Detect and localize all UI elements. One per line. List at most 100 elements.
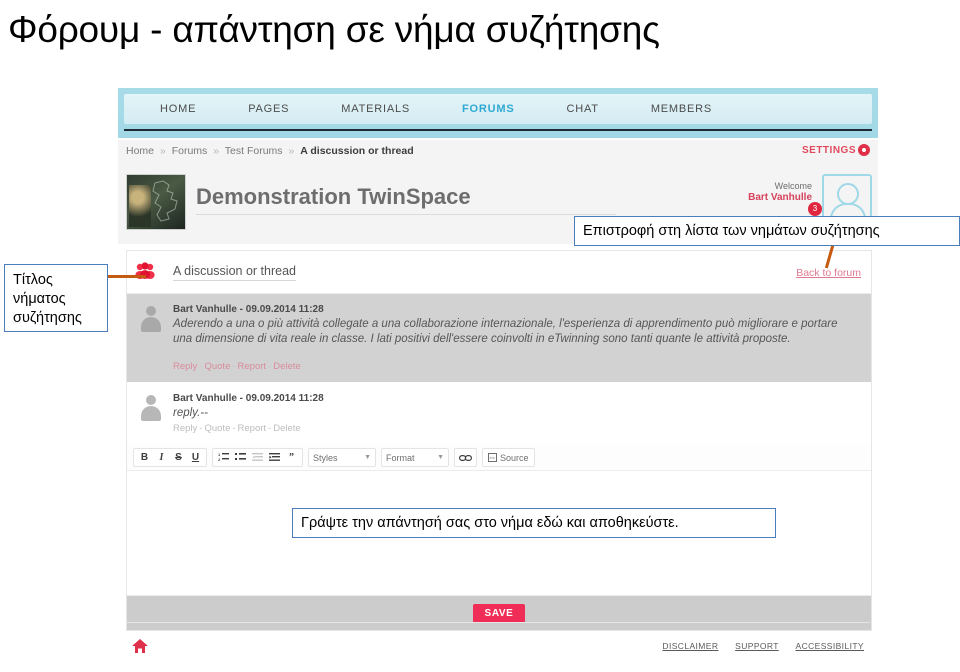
nav-item-chat[interactable]: CHAT	[567, 103, 599, 115]
nav-item-pages[interactable]: PAGES	[248, 103, 289, 115]
nav-item-materials[interactable]: MATERIALS	[341, 103, 410, 115]
action-divider: -	[199, 423, 203, 434]
breadcrumb-separator: »	[288, 145, 295, 157]
avatar-head-shape	[146, 306, 156, 316]
space-title: Demonstration TwinSpace	[196, 184, 471, 209]
gear-icon	[858, 144, 870, 156]
ordered-list-icon[interactable]: 12	[216, 450, 231, 465]
settings-button[interactable]: SETTINGS	[802, 144, 870, 156]
svg-text:<>: <>	[489, 455, 495, 460]
action-divider: -	[232, 361, 236, 372]
breadcrumb-item-forums[interactable]: Forums	[172, 145, 208, 157]
settings-label: SETTINGS	[801, 144, 856, 156]
thread-title: A discussion or thread	[173, 264, 296, 281]
chevron-down-icon: ▼	[364, 454, 371, 461]
post-action-delete[interactable]: Delete	[273, 361, 300, 372]
indent-icon[interactable]	[267, 450, 282, 465]
breadcrumb-item-current: A discussion or thread	[300, 145, 414, 157]
outdent-icon[interactable]	[250, 450, 265, 465]
strikethrough-button[interactable]: S	[171, 450, 186, 465]
page-title: Φόρουμ - απάντηση σε νήμα συζήτησης	[8, 9, 660, 50]
annotation-thread-title: Τίτλος νήματος συζήτησης	[4, 264, 108, 332]
post-meta: Bart Vanhulle - 09.09.2014 11:28	[173, 304, 324, 315]
action-divider: -	[232, 423, 236, 434]
annotation-write-reply: Γράψτε την απάντησή σας στο νήμα εδώ και…	[292, 508, 776, 538]
thread-panel: A discussion or thread Back to forum Bar…	[126, 250, 872, 631]
source-label: Source	[500, 452, 529, 463]
save-button[interactable]: SAVE	[472, 603, 526, 623]
footer-links: DISCLAIMER SUPPORT ACCESSIBILITY	[648, 641, 864, 651]
action-divider: -	[268, 423, 272, 434]
format-label: Format	[386, 452, 415, 463]
avatar[interactable]	[822, 174, 872, 222]
user-name[interactable]: Bart Vanhulle	[748, 192, 812, 204]
project-thumbnail	[126, 174, 186, 230]
europe-map-graphic	[152, 180, 178, 222]
post-action-quote[interactable]: Quote	[204, 423, 230, 434]
avatar-head-shape	[146, 395, 156, 405]
nav-item-forums[interactable]: FORUMS	[462, 103, 514, 115]
post-action-reply[interactable]: Reply	[173, 423, 197, 434]
avatar-body-shape	[141, 406, 161, 421]
thumbnail-person	[129, 185, 151, 227]
top-nav: HOME PAGES MATERIALS FORUMS CHAT MEMBERS	[124, 94, 872, 124]
post-action-delete[interactable]: Delete	[273, 423, 300, 434]
post-body: Aderendo a una o più attività collegate …	[173, 318, 838, 345]
home-icon[interactable]	[132, 639, 148, 653]
footer: DISCLAIMER SUPPORT ACCESSIBILITY	[126, 622, 870, 667]
svg-text:2: 2	[218, 457, 221, 462]
nav-underline	[124, 129, 872, 131]
link-icon[interactable]	[458, 450, 473, 465]
footer-link-disclaimer[interactable]: DISCLAIMER	[662, 641, 718, 651]
user-avatar-icon	[141, 306, 161, 332]
footer-link-support[interactable]: SUPPORT	[735, 641, 779, 651]
unordered-list-icon[interactable]	[233, 450, 248, 465]
post-action-report[interactable]: Report	[238, 361, 267, 372]
footer-link-accessibility[interactable]: ACCESSIBILITY	[796, 641, 865, 651]
screenshot-frame: HOME PAGES MATERIALS FORUMS CHAT MEMBERS…	[118, 78, 878, 672]
breadcrumb-separator: »	[213, 145, 220, 157]
post-action-reply[interactable]: Reply	[173, 361, 197, 372]
post-item: Bart Vanhulle - 09.09.2014 11:28 reply.-…	[127, 383, 871, 445]
post-action-report[interactable]: Report	[238, 423, 267, 434]
toolbar-group-list: 12 ”	[212, 448, 303, 467]
chevron-down-icon: ▼	[437, 454, 444, 461]
post-item: Bart Vanhulle - 09.09.2014 11:28 Aderend…	[127, 294, 871, 383]
post-meta: Bart Vanhulle - 09.09.2014 11:28	[173, 393, 324, 404]
back-to-forum-link[interactable]: Back to forum	[796, 267, 861, 279]
annotation-back-to-list: Επιστροφή στη λίστα των νημάτων συζήτηση…	[574, 216, 960, 246]
breadcrumb-item-home[interactable]: Home	[126, 145, 154, 157]
underline-button[interactable]: U	[188, 450, 203, 465]
avatar-head-icon	[837, 183, 859, 205]
bold-button[interactable]: B	[137, 450, 152, 465]
welcome-block: Welcome Bart Vanhulle	[748, 180, 812, 204]
welcome-label: Welcome	[774, 181, 812, 191]
styles-dropdown[interactable]: Styles ▼	[308, 448, 376, 467]
editor-toolbar: B I S U 12 ” Styles ▼ Format ▼ <> Source	[127, 445, 871, 471]
annotation-leader-line	[106, 275, 146, 278]
source-icon: <>	[488, 453, 497, 462]
breadcrumb: Home » Forums » Test Forums » A discussi…	[126, 145, 414, 157]
styles-label: Styles	[313, 452, 338, 463]
avatar-body-shape	[141, 317, 161, 332]
nav-item-home[interactable]: HOME	[160, 103, 196, 115]
post-actions: Reply - Quote - Report - Delete	[173, 361, 859, 372]
post-body: reply.--	[173, 407, 208, 419]
source-button[interactable]: <> Source	[482, 448, 535, 467]
format-dropdown[interactable]: Format ▼	[381, 448, 449, 467]
title-divider	[196, 214, 616, 215]
notification-badge[interactable]: 3	[808, 202, 822, 216]
thread-header: A discussion or thread Back to forum	[127, 251, 871, 294]
nav-item-members[interactable]: MEMBERS	[651, 103, 712, 115]
breadcrumb-separator: »	[159, 145, 166, 157]
blockquote-icon[interactable]: ”	[284, 450, 299, 465]
toolbar-group-text: B I S U	[133, 448, 207, 467]
italic-button[interactable]: I	[154, 450, 169, 465]
user-avatar-icon	[141, 395, 161, 421]
post-action-quote[interactable]: Quote	[204, 361, 230, 372]
breadcrumb-item-test-forums[interactable]: Test Forums	[225, 145, 283, 157]
post-actions: Reply - Quote - Report - Delete	[173, 423, 859, 434]
action-divider: -	[199, 361, 203, 372]
top-nav-band: HOME PAGES MATERIALS FORUMS CHAT MEMBERS	[118, 88, 878, 138]
toolbar-group-link	[454, 448, 477, 467]
